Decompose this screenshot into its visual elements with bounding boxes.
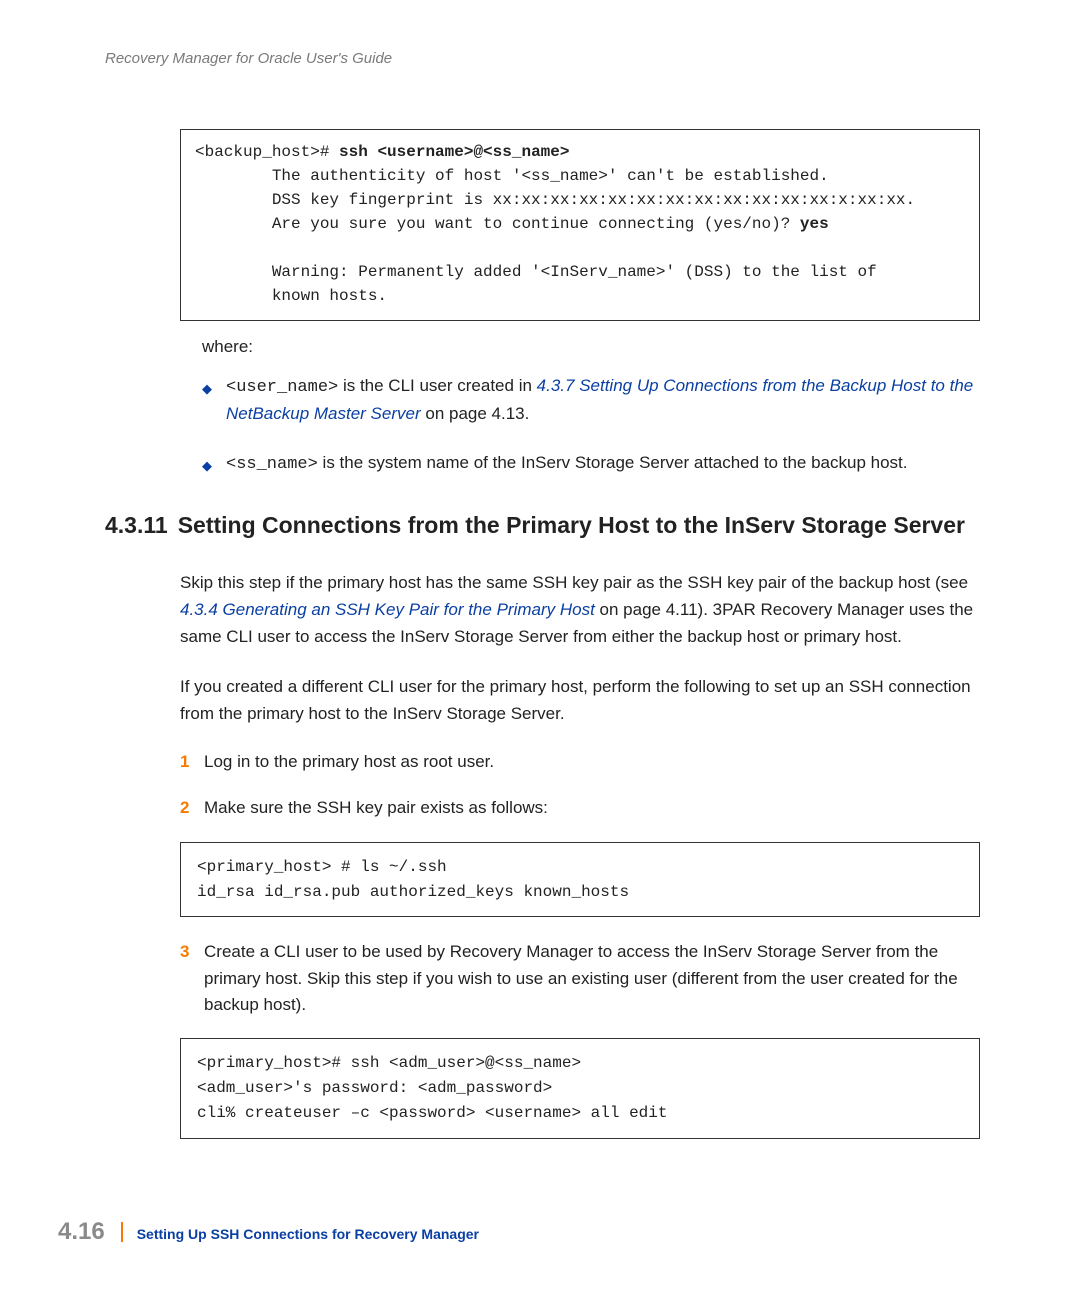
code-prompt: <backup_host># bbox=[195, 143, 339, 161]
bullet-item: ◆ <ss_name> is the system name of the In… bbox=[202, 450, 980, 478]
page-footer: 4.16 Setting Up SSH Connections for Reco… bbox=[58, 1218, 479, 1246]
code-line: Warning: Permanently added '<InServ_name… bbox=[195, 263, 877, 281]
body-paragraph: Skip this step if the primary host has t… bbox=[180, 569, 980, 651]
mono-text: <user_name> bbox=[226, 378, 338, 397]
mono-text: <ss_name> bbox=[226, 455, 318, 474]
section-number: 4.3.11 bbox=[105, 510, 168, 541]
step-text: Create a CLI user to be used by Recovery… bbox=[204, 939, 980, 1018]
code-command: ssh <username>@<ss_name> bbox=[339, 143, 569, 161]
body-paragraph: If you created a different CLI user for … bbox=[180, 673, 980, 727]
code-block-ssh-backup: <backup_host># ssh <username>@<ss_name> … bbox=[180, 129, 980, 321]
page-number: 4.16 bbox=[58, 1218, 105, 1246]
step-item: 2 Make sure the SSH key pair exists as f… bbox=[180, 795, 980, 821]
step-number: 1 bbox=[180, 749, 204, 775]
code-line: The authenticity of host '<ss_name>' can… bbox=[195, 167, 829, 185]
code-line: known hosts. bbox=[195, 287, 387, 305]
diamond-bullet-icon: ◆ bbox=[202, 456, 212, 476]
section-heading: 4.3.11 Setting Connections from the Prim… bbox=[105, 510, 980, 541]
step-number: 2 bbox=[180, 795, 204, 821]
code-block-createuser: <primary_host># ssh <adm_user>@<ss_name>… bbox=[180, 1038, 980, 1138]
step-text: Log in to the primary host as root user. bbox=[204, 749, 980, 775]
step-number: 3 bbox=[180, 939, 204, 965]
code-block-ls-ssh: <primary_host> # ls ~/.ssh id_rsa id_rsa… bbox=[180, 842, 980, 918]
code-line: Are you sure you want to continue connec… bbox=[195, 215, 800, 233]
section-title: Setting Connections from the Primary Hos… bbox=[178, 510, 965, 541]
bullet-item: ◆ <user_name> is the CLI user created in… bbox=[202, 373, 980, 428]
footer-section-title: Setting Up SSH Connections for Recovery … bbox=[137, 1226, 479, 1242]
diamond-bullet-icon: ◆ bbox=[202, 379, 212, 399]
running-header: Recovery Manager for Oracle User's Guide bbox=[105, 50, 980, 67]
step-text: Make sure the SSH key pair exists as fol… bbox=[204, 795, 980, 821]
where-label: where: bbox=[202, 337, 980, 357]
step-item: 1 Log in to the primary host as root use… bbox=[180, 749, 980, 775]
code-line: DSS key fingerprint is xx:xx:xx:xx:xx:xx… bbox=[195, 191, 915, 209]
bullet-text: <user_name> is the CLI user created in 4… bbox=[226, 373, 980, 428]
cross-ref-link[interactable]: 4.3.4 Generating an SSH Key Pair for the… bbox=[180, 600, 595, 619]
footer-separator bbox=[121, 1222, 123, 1242]
bullet-text: <ss_name> is the system name of the InSe… bbox=[226, 450, 907, 478]
code-answer: yes bbox=[800, 215, 829, 233]
step-item: 3 Create a CLI user to be used by Recove… bbox=[180, 939, 980, 1018]
